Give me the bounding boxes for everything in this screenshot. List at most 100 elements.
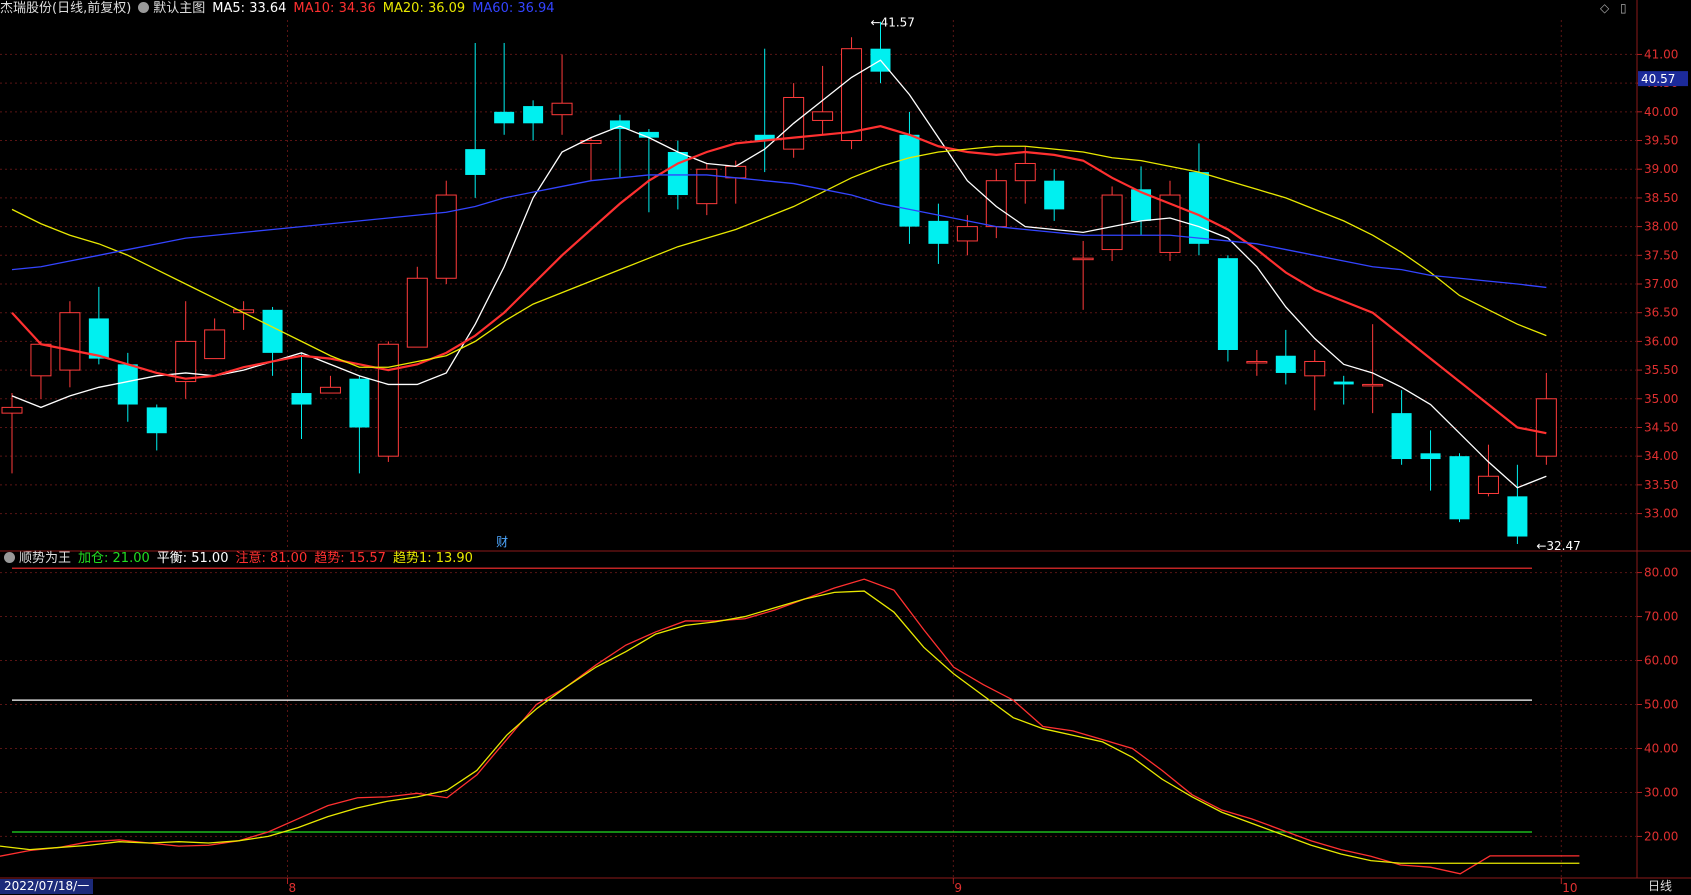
- indicator-tick-label: 50.00: [1644, 698, 1678, 712]
- candle-body-up: [1101, 194, 1123, 251]
- ma-line-ma60: [11, 174, 1547, 289]
- price-tick-label: 39.00: [1644, 162, 1678, 176]
- candle-body-down: [494, 111, 515, 124]
- candle-body-down: [928, 220, 949, 244]
- candle-body-down: [291, 393, 312, 405]
- price-annotation: ←41.57: [871, 16, 915, 30]
- candle-body-up: [956, 226, 978, 242]
- price-tick-label: 33.00: [1644, 507, 1678, 521]
- candle-body-up: [812, 111, 834, 121]
- candle-body-down: [609, 120, 630, 130]
- candle-body-down: [1420, 453, 1441, 460]
- candle-body-up: [1072, 257, 1094, 261]
- candle-body-up: [1, 406, 23, 414]
- candle-body-down: [88, 318, 109, 359]
- candle-body-up: [406, 277, 428, 348]
- price-tick-label: 36.00: [1644, 334, 1678, 348]
- price-tick-label: 35.00: [1644, 392, 1678, 406]
- price-tick-label: 38.50: [1644, 191, 1678, 205]
- month-label: 10: [1562, 881, 1577, 895]
- candle-body-up: [1362, 383, 1384, 387]
- indicator-item-trend: 趋势: 15.57: [314, 551, 386, 566]
- candle-body-down: [262, 309, 283, 353]
- candle-body-down: [1507, 496, 1528, 537]
- indicator-item-add: 加仓: 21.00: [78, 551, 150, 566]
- stock-chart[interactable]: 33.00 33.50 34.00 34.50 35.00 35.50 36.00 36.50…: [0, 0, 1691, 895]
- ma5-label: MA5: 33.64: [212, 1, 287, 16]
- current-price-label: 40.57: [1641, 72, 1675, 86]
- indicator-tick-label: 40.00: [1644, 741, 1678, 755]
- price-tick-label: 36.50: [1644, 306, 1678, 320]
- candle-body-down: [1333, 381, 1354, 385]
- indicator-item-attention: 注意: 81.00: [235, 551, 308, 566]
- candle-body-down: [117, 364, 138, 405]
- price-tick-label: 41.00: [1644, 47, 1678, 61]
- stock-title[interactable]: 杰瑞股份(日线,前复权): [0, 1, 131, 16]
- ma60-label: MA60: 36.94: [472, 1, 555, 16]
- candle-body-up: [1014, 162, 1036, 182]
- price-tick-label: 34.50: [1644, 420, 1678, 434]
- price-tick-label: 35.50: [1644, 363, 1678, 377]
- candle-body-up: [725, 165, 747, 179]
- candle-body-down: [146, 407, 167, 434]
- price-tick-label: 38.00: [1644, 220, 1678, 234]
- price-tick-label: 37.00: [1644, 277, 1678, 291]
- price-tick-label: 33.50: [1644, 478, 1678, 492]
- month-label: 9: [954, 881, 962, 895]
- restore-window-icon[interactable]: ▯: [1620, 1, 1627, 15]
- candle-body-down: [1275, 355, 1296, 373]
- candle-body-up: [435, 194, 457, 279]
- candle-body-up: [551, 102, 573, 116]
- candle-body-up: [1246, 360, 1268, 364]
- price-tick-label: 37.50: [1644, 248, 1678, 262]
- candle-body-up: [1304, 360, 1326, 377]
- main-chart-label[interactable]: 默认主图: [153, 1, 205, 16]
- price-tick-label: 39.50: [1644, 134, 1678, 148]
- date-cursor-label: 2022/07/18/一: [0, 879, 94, 894]
- candle-body-up: [377, 343, 399, 457]
- candle-body-down: [1449, 456, 1470, 520]
- diamond-icon[interactable]: ◇: [1600, 1, 1609, 15]
- candle-body-down: [1217, 258, 1238, 350]
- main-chart-legend: 杰瑞股份(日线,前复权) 默认主图 MA5: 33.64 MA10: 34.36 MA2…: [0, 0, 562, 18]
- candlesticks: [1, 21, 1557, 544]
- price-annotation: ←32.47: [1536, 539, 1580, 553]
- indicator-name[interactable]: 顺势为王: [19, 551, 71, 566]
- event-marker: 财: [496, 535, 508, 549]
- indicator-item-trend1: 趋势1: 13.90: [392, 551, 473, 566]
- ma10-label: MA10: 34.36: [293, 1, 376, 16]
- candle-body-up: [204, 329, 226, 360]
- settings-dot-icon[interactable]: [138, 2, 150, 13]
- candle-body-up: [59, 312, 81, 371]
- candle-body-down: [1044, 180, 1065, 210]
- candle-body-up: [1477, 475, 1499, 494]
- indicator-tick-label: 60.00: [1644, 654, 1678, 668]
- ma-line-ma20: [11, 145, 1547, 368]
- candle-body-down: [899, 134, 920, 227]
- candle-body-up: [30, 343, 52, 377]
- candle-body-up: [1535, 398, 1557, 457]
- candle-body-down: [1391, 413, 1412, 460]
- indicator-line-趋势: [0, 578, 1580, 875]
- ma20-label: MA20: 36.09: [382, 1, 466, 16]
- ma-line-ma10: [11, 125, 1547, 435]
- month-label: 8: [289, 881, 297, 895]
- candle-body-down: [1188, 172, 1209, 244]
- candle-body-down: [523, 106, 544, 124]
- period-label[interactable]: 日线: [1648, 879, 1672, 894]
- indicator-tick-label: 80.00: [1644, 566, 1678, 580]
- indicator-tick-label: 30.00: [1644, 785, 1678, 799]
- candle-body-up: [985, 180, 1007, 228]
- indicator-item-balance: 平衡: 51.00: [156, 551, 229, 566]
- indicator-line-趋势1: [0, 590, 1580, 864]
- candle-body-down: [349, 378, 370, 428]
- price-tick-label: 34.00: [1644, 449, 1678, 463]
- indicator-tick-label: 70.00: [1644, 610, 1678, 624]
- indicator-tick-label: 20.00: [1644, 829, 1678, 843]
- candle-body-down: [465, 149, 486, 175]
- price-tick-label: 40.00: [1644, 105, 1678, 119]
- indicator-legend: 顺势为王 加仓: 21.00 平衡: 51.00 注意: 81.00 趋势: 15.57…: [0, 550, 480, 568]
- candle-body-up: [841, 48, 863, 142]
- candle-body-up: [319, 386, 341, 394]
- indicator-settings-dot-icon[interactable]: [4, 552, 15, 563]
